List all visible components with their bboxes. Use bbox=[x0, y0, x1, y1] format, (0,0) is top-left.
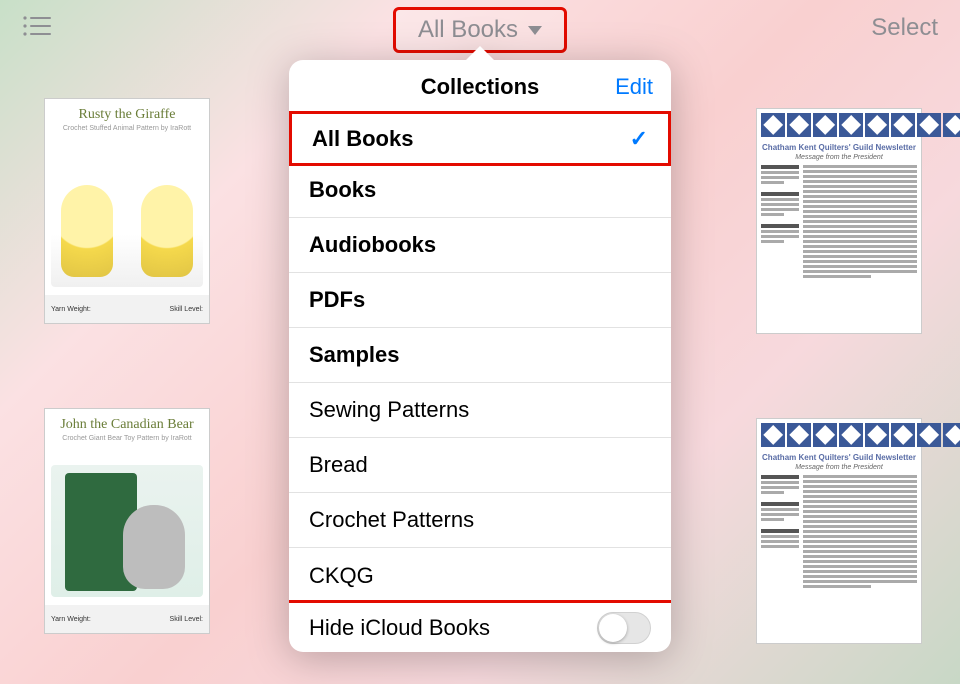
hide-icloud-row: Hide iCloud Books bbox=[289, 600, 671, 652]
collections-row-label: All Books bbox=[312, 126, 413, 152]
collections-row-label: Bread bbox=[309, 452, 368, 478]
hide-icloud-label: Hide iCloud Books bbox=[309, 615, 490, 641]
doc-title: Chatham Kent Quilters' Guild Newsletter bbox=[761, 453, 917, 462]
book-title: John the Canadian Bear bbox=[45, 409, 209, 435]
book-thumb[interactable]: Rusty the Giraffe Crochet Stuffed Animal… bbox=[44, 98, 210, 324]
book-thumb[interactable]: Chatham Kent Quilters' Guild Newsletter … bbox=[756, 108, 922, 334]
doc-body bbox=[757, 471, 921, 594]
book-subtitle: Crochet Stuffed Animal Pattern by IraRot… bbox=[45, 125, 209, 138]
book-footer: Yarn Weight: Skill Level: bbox=[45, 605, 209, 633]
collections-row[interactable]: Audiobooks bbox=[289, 218, 671, 273]
collections-row[interactable]: PDFs bbox=[289, 273, 671, 328]
collections-row-label: Crochet Patterns bbox=[309, 507, 474, 533]
doc-head: Chatham Kent Quilters' Guild Newsletter bbox=[757, 451, 921, 464]
book-image bbox=[51, 465, 203, 597]
doc-ornament bbox=[757, 109, 921, 141]
collections-row[interactable]: Samples bbox=[289, 328, 671, 383]
collections-popover: Collections Edit All Books ✓ Books Audioboo… bbox=[289, 60, 671, 652]
doc-section-title: Message from the President bbox=[757, 154, 921, 161]
book-title: Rusty the Giraffe bbox=[45, 99, 209, 125]
doc-head: Chatham Kent Quilters' Guild Newsletter bbox=[757, 141, 921, 154]
book-thumb[interactable]: Chatham Kent Quilters' Guild Newsletter … bbox=[756, 418, 922, 644]
collections-row[interactable]: All Books ✓ bbox=[289, 111, 671, 166]
collections-row-label: PDFs bbox=[309, 287, 365, 313]
book-subtitle: Crochet Giant Bear Toy Pattern by IraRot… bbox=[45, 435, 209, 448]
collections-row[interactable]: Sewing Patterns bbox=[289, 383, 671, 438]
book-meta-left: Yarn Weight: bbox=[51, 306, 91, 313]
book-meta-right: Skill Level: bbox=[170, 616, 203, 623]
collections-row[interactable]: Crochet Patterns bbox=[289, 493, 671, 548]
doc-title: Chatham Kent Quilters' Guild Newsletter bbox=[761, 143, 917, 152]
collections-filter-label: All Books bbox=[418, 16, 518, 44]
collections-row-label: CKQG bbox=[309, 563, 374, 589]
chevron-down-icon bbox=[528, 26, 542, 35]
book-thumb[interactable]: John the Canadian Bear Crochet Giant Bea… bbox=[44, 408, 210, 634]
collections-row-label: Sewing Patterns bbox=[309, 397, 469, 423]
book-meta-right: Skill Level: bbox=[170, 306, 203, 313]
collections-row-label: Audiobooks bbox=[309, 232, 436, 258]
collections-row[interactable]: CKQG bbox=[289, 548, 671, 603]
book-image bbox=[51, 155, 203, 287]
hide-icloud-switch[interactable] bbox=[597, 612, 651, 644]
book-meta-left: Yarn Weight: bbox=[51, 616, 91, 623]
select-button[interactable]: Select bbox=[871, 14, 938, 42]
doc-section-title: Message from the President bbox=[757, 464, 921, 471]
check-icon: ✓ bbox=[630, 126, 648, 152]
doc-body bbox=[757, 161, 921, 284]
collections-row[interactable]: Books bbox=[289, 163, 671, 218]
list-view-icon[interactable] bbox=[22, 14, 52, 38]
collections-row-label: Books bbox=[309, 177, 376, 203]
collections-row-label: Samples bbox=[309, 342, 400, 368]
popover-title: Collections bbox=[421, 74, 540, 100]
book-footer: Yarn Weight: Skill Level: bbox=[45, 295, 209, 323]
collections-row[interactable]: Bread bbox=[289, 438, 671, 493]
popover-header: Collections Edit bbox=[289, 60, 671, 114]
doc-ornament bbox=[757, 419, 921, 451]
edit-button[interactable]: Edit bbox=[615, 74, 653, 100]
